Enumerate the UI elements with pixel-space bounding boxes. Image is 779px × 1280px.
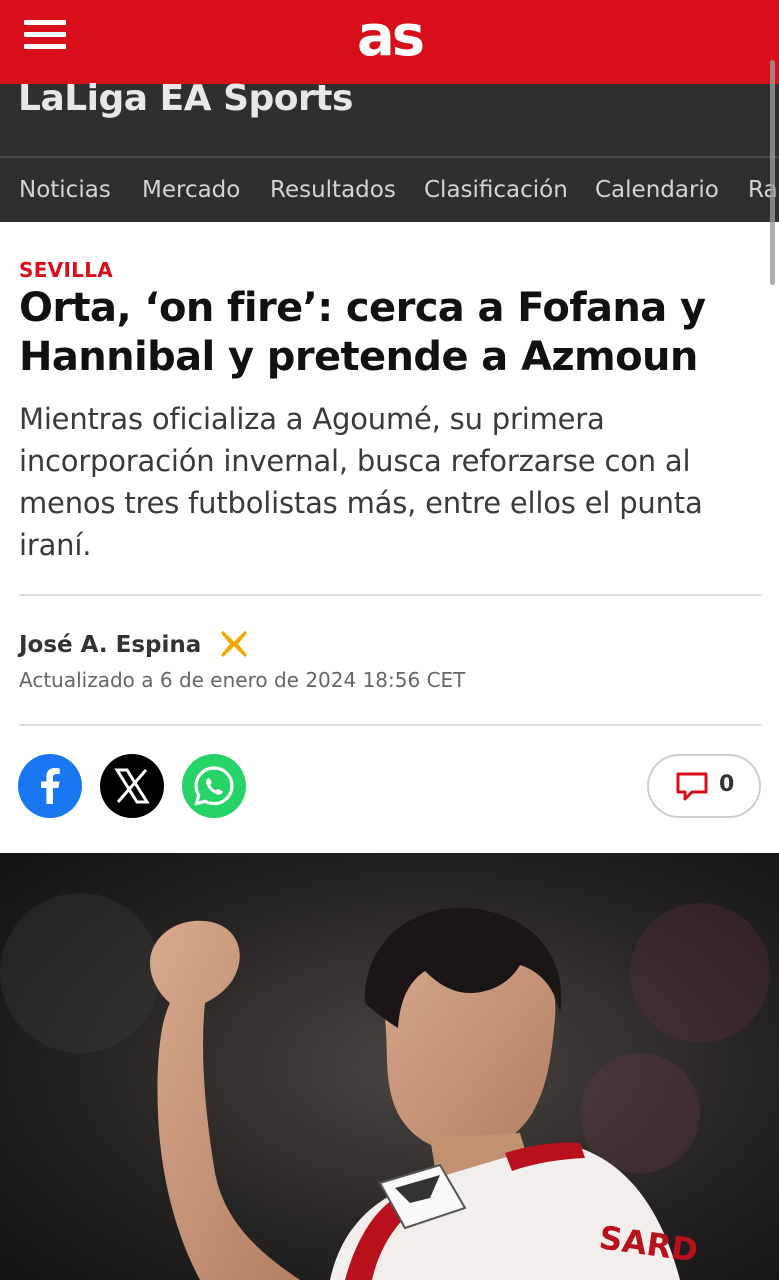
facebook-icon bbox=[41, 768, 60, 804]
updated-timestamp: Actualizado a 6 de enero de 2024 18:56 C… bbox=[19, 668, 466, 692]
whatsapp-share-button[interactable] bbox=[182, 754, 246, 818]
page-scrollbar[interactable] bbox=[770, 60, 775, 285]
article-photo[interactable]: SARD bbox=[0, 853, 779, 1280]
author-name[interactable]: José A. Espina bbox=[19, 632, 201, 658]
divider bbox=[19, 724, 761, 726]
article-headline: Orta, ‘on fire’: cerca a Fofana y Hannib… bbox=[19, 285, 706, 380]
tab-mercado[interactable]: Mercado bbox=[142, 158, 240, 222]
facebook-share-button[interactable] bbox=[18, 754, 82, 818]
article-subtitle: Mientras oficializa a Agoumé, su primera… bbox=[19, 402, 703, 562]
comments-button[interactable]: 0 bbox=[647, 754, 761, 818]
tab-calendario[interactable]: Calendario bbox=[595, 158, 719, 222]
comment-icon bbox=[676, 772, 708, 801]
article-kicker[interactable]: SEVILLA bbox=[19, 258, 113, 282]
tab-clasificacion[interactable]: Clasificación bbox=[424, 158, 568, 222]
section-title[interactable]: LaLiga EA Sports bbox=[18, 81, 353, 117]
whatsapp-icon bbox=[194, 766, 234, 806]
divider bbox=[19, 594, 761, 596]
author-x-glyph bbox=[221, 631, 247, 657]
x-icon[interactable] bbox=[220, 630, 248, 660]
comments-count: 0 bbox=[719, 772, 735, 797]
x-icon bbox=[114, 768, 150, 804]
section-bar: LaLiga EA Sports bbox=[0, 81, 779, 158]
as-logo[interactable]: as bbox=[0, 2, 779, 72]
top-header: as bbox=[0, 0, 779, 84]
x-share-button[interactable] bbox=[100, 754, 164, 818]
section-nav: Noticias Mercado Resultados Clasificació… bbox=[0, 158, 779, 222]
player-photo-illustration: SARD bbox=[0, 853, 779, 1280]
tab-noticias[interactable]: Noticias bbox=[19, 158, 111, 222]
tab-resultados[interactable]: Resultados bbox=[270, 158, 396, 222]
